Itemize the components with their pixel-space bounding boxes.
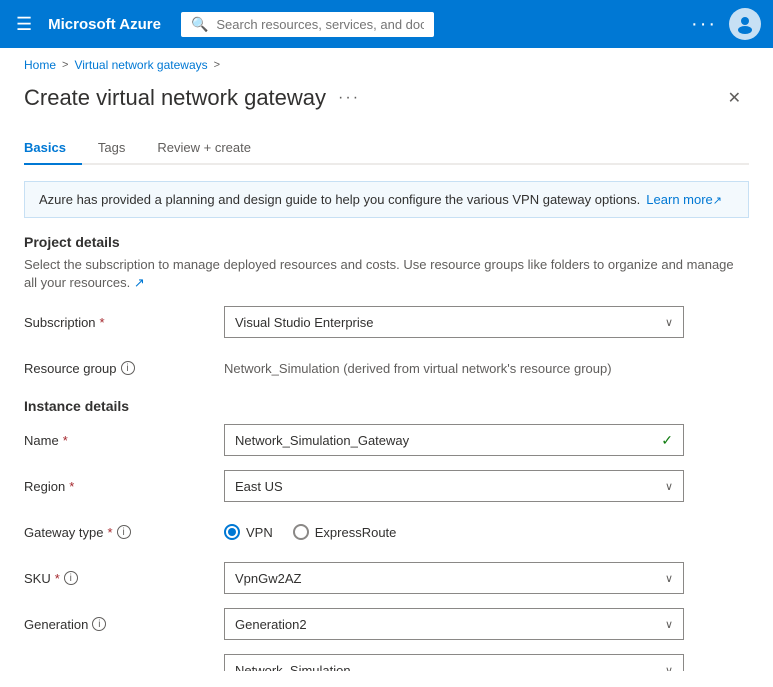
sku-info-icon[interactable]: i <box>64 571 78 585</box>
vpn-radio-input[interactable] <box>224 524 240 540</box>
resource-group-info-icon[interactable]: i <box>121 361 135 375</box>
generation-info-icon[interactable]: i <box>92 617 106 631</box>
gateway-type-radio-group: VPN ExpressRoute <box>224 524 684 540</box>
tab-basics[interactable]: Basics <box>24 132 82 165</box>
subscription-label: Subscription * <box>24 315 224 330</box>
instance-details-heading: Instance details <box>24 398 749 414</box>
info-box: Azure has provided a planning and design… <box>24 181 749 218</box>
project-desc-link[interactable]: ↗ <box>134 275 145 290</box>
learn-more-link[interactable]: Learn more↗ <box>646 192 722 207</box>
virtual-network-row: Virtual network * i Network_Simulation ∨… <box>24 654 749 671</box>
breadcrumb-sep-1: > <box>62 59 68 71</box>
virtual-network-dropdown[interactable]: Network_Simulation ∨ <box>224 654 684 671</box>
breadcrumb: Home > Virtual network gateways > <box>0 48 773 78</box>
region-label: Region * <box>24 479 224 494</box>
name-value: Network_Simulation_Gateway <box>235 433 409 448</box>
avatar[interactable] <box>729 8 761 40</box>
generation-label: Generation i <box>24 617 224 632</box>
external-link-icon-2: ↗ <box>134 275 145 290</box>
sku-value: VpnGw2AZ <box>235 571 301 586</box>
nav-more-icon[interactable]: ··· <box>691 13 717 36</box>
gateway-type-label: Gateway type * i <box>24 525 224 540</box>
subscription-control: Visual Studio Enterprise ∨ <box>224 306 684 338</box>
search-input[interactable] <box>216 17 424 32</box>
name-row: Name * Network_Simulation_Gateway ✓ <box>24 424 749 456</box>
chevron-down-sku-icon: ∨ <box>665 572 673 585</box>
resource-group-control: Network_Simulation (derived from virtual… <box>224 361 684 376</box>
chevron-down-icon: ∨ <box>665 316 673 329</box>
subscription-required: * <box>100 315 105 330</box>
info-box-text: Azure has provided a planning and design… <box>39 192 640 207</box>
gateway-type-info-icon[interactable]: i <box>117 525 131 539</box>
name-control: Network_Simulation_Gateway ✓ <box>224 424 684 456</box>
generation-row: Generation i Generation2 ∨ <box>24 608 749 640</box>
gateway-type-required: * <box>108 525 113 540</box>
instance-details-section: Instance details <box>24 398 749 414</box>
page-title: Create virtual network gateway <box>24 85 326 111</box>
close-icon[interactable]: ✕ <box>720 84 749 112</box>
external-link-icon: ↗ <box>713 195 722 207</box>
chevron-down-vnet-icon: ∨ <box>665 664 673 671</box>
generation-control: Generation2 ∨ <box>224 608 684 640</box>
name-input[interactable]: Network_Simulation_Gateway ✓ <box>224 424 684 456</box>
sku-required: * <box>55 571 60 586</box>
region-row: Region * East US ∨ <box>24 470 749 502</box>
expressroute-radio-input[interactable] <box>293 524 309 540</box>
region-dropdown[interactable]: East US ∨ <box>224 470 684 502</box>
generation-value: Generation2 <box>235 617 307 632</box>
nav-logo: Microsoft Azure <box>48 16 161 33</box>
resource-group-row: Resource group i Network_Simulation (der… <box>24 352 749 384</box>
resource-group-value: Network_Simulation (derived from virtual… <box>224 361 684 376</box>
top-navigation: ☰ Microsoft Azure 🔍 ··· <box>0 0 773 48</box>
tab-tags[interactable]: Tags <box>82 132 141 165</box>
sku-label: SKU * i <box>24 571 224 586</box>
sku-control: VpnGw2AZ ∨ <box>224 562 684 594</box>
expressroute-radio-label: ExpressRoute <box>315 525 397 540</box>
sku-dropdown[interactable]: VpnGw2AZ ∨ <box>224 562 684 594</box>
resource-group-label: Resource group i <box>24 361 224 376</box>
gateway-type-row: Gateway type * i VPN ExpressRoute <box>24 516 749 548</box>
name-check-icon: ✓ <box>661 432 673 449</box>
name-required: * <box>63 433 68 448</box>
search-bar[interactable]: 🔍 <box>181 12 434 37</box>
sku-row: SKU * i VpnGw2AZ ∨ <box>24 562 749 594</box>
region-value: East US <box>235 479 283 494</box>
search-icon: 🔍 <box>191 16 208 33</box>
page-header: Create virtual network gateway ··· ✕ <box>0 78 773 124</box>
hamburger-icon[interactable]: ☰ <box>12 10 36 39</box>
expressroute-radio-option[interactable]: ExpressRoute <box>293 524 397 540</box>
generation-dropdown[interactable]: Generation2 ∨ <box>224 608 684 640</box>
subscription-value: Visual Studio Enterprise <box>235 315 374 330</box>
breadcrumb-sep-2: > <box>214 59 220 71</box>
subscription-row: Subscription * Visual Studio Enterprise … <box>24 306 749 338</box>
project-details-desc: Select the subscription to manage deploy… <box>24 256 749 292</box>
main-content: Basics Tags Review + create Azure has pr… <box>0 124 773 671</box>
resource-group-suffix: (derived from virtual network's resource… <box>340 361 612 376</box>
name-label: Name * <box>24 433 224 448</box>
vpn-radio-option[interactable]: VPN <box>224 524 273 540</box>
tab-review[interactable]: Review + create <box>141 132 267 165</box>
region-required: * <box>69 479 74 494</box>
header-more-icon[interactable]: ··· <box>338 89 360 107</box>
breadcrumb-home[interactable]: Home <box>24 58 56 72</box>
chevron-down-region-icon: ∨ <box>665 480 673 493</box>
vpn-radio-label: VPN <box>246 525 273 540</box>
tab-bar: Basics Tags Review + create <box>24 124 749 165</box>
project-details-heading: Project details <box>24 234 749 250</box>
chevron-down-generation-icon: ∨ <box>665 618 673 631</box>
project-details-section: Project details Select the subscription … <box>24 234 749 292</box>
breadcrumb-section[interactable]: Virtual network gateways <box>74 58 207 72</box>
virtual-network-value: Network_Simulation <box>235 663 351 671</box>
subscription-dropdown[interactable]: Visual Studio Enterprise ∨ <box>224 306 684 338</box>
virtual-network-control: Network_Simulation ∨ Create virtual netw… <box>224 654 684 671</box>
region-control: East US ∨ <box>224 470 684 502</box>
gateway-type-control: VPN ExpressRoute <box>224 524 684 540</box>
